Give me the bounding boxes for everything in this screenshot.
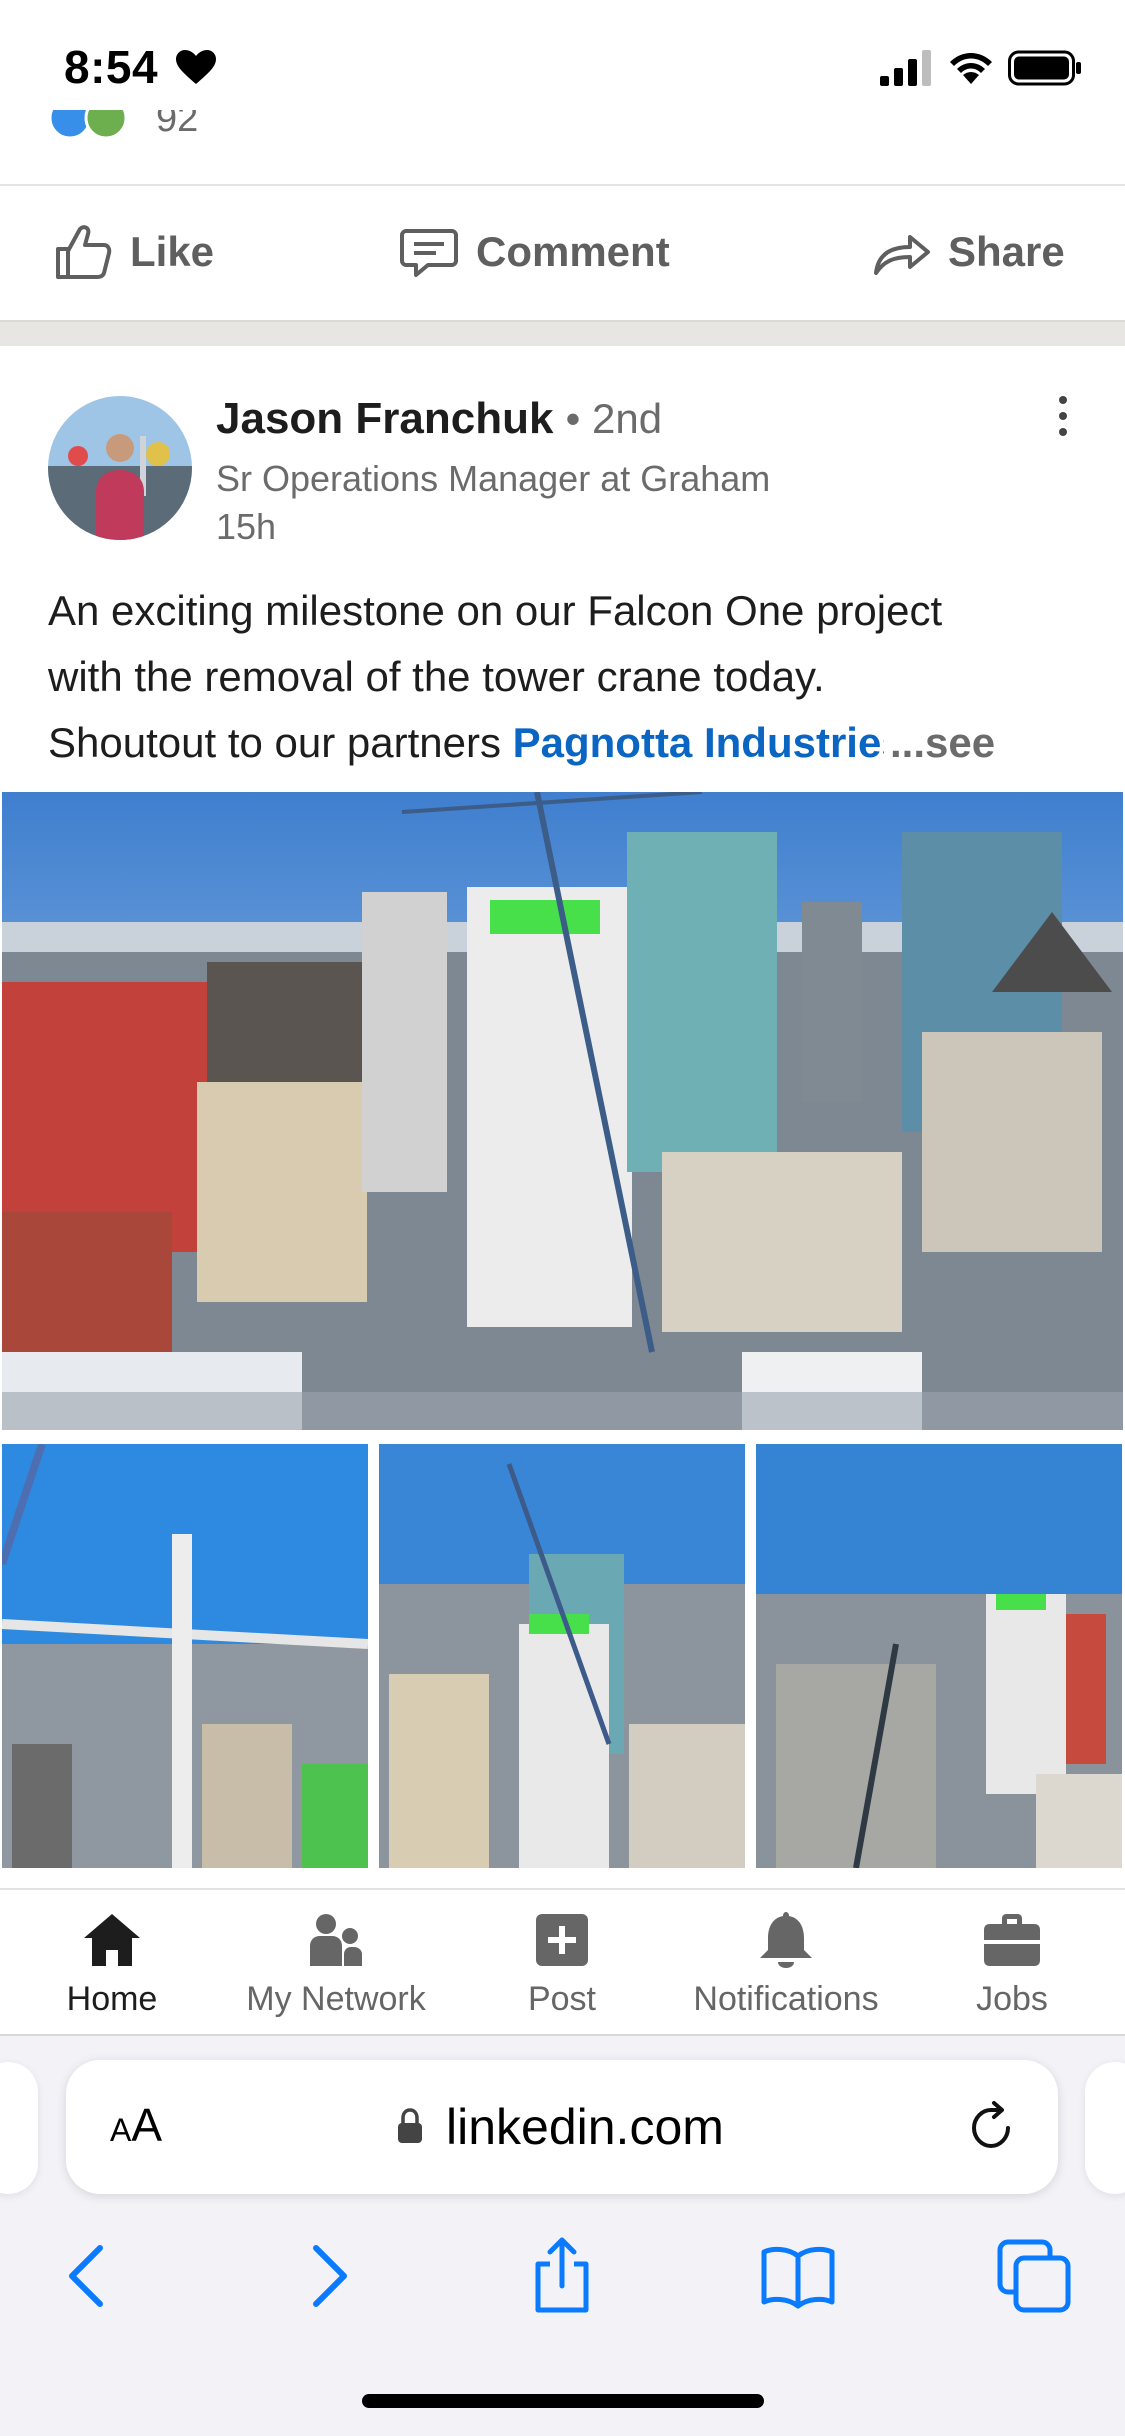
forward-icon[interactable] [288,2236,368,2316]
briefcase-icon [984,1914,1040,1966]
connection-degree: • 2nd [565,395,663,442]
lock-icon [398,2108,422,2143]
browser-chrome: AA linkedin.com [0,2034,1125,2436]
post-photo-4[interactable] [756,1444,1122,1868]
nav-jobs-label: Jobs [976,1980,1048,2018]
heart-icon [176,50,216,84]
feed-post: Jason Franchuk • 2nd Sr Operations Manag… [0,346,1125,1886]
nav-my-network[interactable]: My Network [236,1910,436,2019]
post-text-line-2: with the removal of the tower crane toda… [48,653,825,700]
company-mention-link[interactable]: Pagnotta Industries [513,719,905,766]
nav-network-label: My Network [246,1980,426,2018]
address-bar[interactable]: AA linkedin.com [66,2060,1058,2194]
home-icon [84,1914,140,1966]
url-text: linkedin.com [446,2099,724,2155]
reaction-summary[interactable]: 92 [48,110,1125,154]
nav-home-label: Home [66,1980,158,2018]
tabs-icon[interactable] [994,2236,1074,2316]
nav-post[interactable]: Post [462,1910,662,2019]
feed-separator [0,320,1125,346]
back-icon[interactable] [48,2236,128,2316]
aa-small: A [110,2112,132,2148]
nav-notifications[interactable]: Notifications [686,1910,886,2019]
post-action-bar: Like Comment Share [0,186,1125,320]
bell-icon [760,1912,812,1968]
bottom-navigation: Home My Network Post Notifications Jobs [0,1888,1125,2034]
share-label: Share [948,228,1065,275]
like-label: Like [130,228,215,275]
comment-button[interactable]: Comment [398,216,670,288]
share-sheet-icon[interactable] [522,2236,602,2316]
reader-text-size-button[interactable]: AA [110,2098,162,2152]
battery-icon [1008,50,1081,86]
reaction-icons [48,110,128,140]
author-avatar[interactable] [48,396,192,540]
more-icon[interactable] [1050,388,1076,444]
comment-icon [400,229,458,277]
comment-label: Comment [476,228,670,275]
next-tab-peek[interactable] [1085,2062,1125,2194]
signal-icon [880,50,931,86]
share-button[interactable]: Share [870,216,1065,288]
network-icon [310,1914,362,1966]
author-name-text: Jason Franchuk [216,394,554,443]
post-body: An exciting milestone on our Falcon One … [48,578,1078,842]
post-text-line-1: An exciting milestone on our Falcon One … [48,587,943,634]
post-photo-3[interactable] [379,1444,745,1868]
home-indicator[interactable] [362,2394,764,2408]
nav-post-label: Post [527,1980,597,2018]
status-time: 8:54 [64,41,159,93]
nav-jobs[interactable]: Jobs [912,1910,1112,2019]
like-button[interactable]: Like [52,216,214,288]
like-icon [56,225,112,279]
reaction-count: 92 [156,110,199,140]
bookmarks-icon[interactable] [758,2236,838,2316]
post-plus-icon [536,1914,588,1966]
post-photo-2[interactable] [2,1444,368,1868]
aa-large: A [131,2099,163,2151]
post-timestamp: 15h [216,506,277,547]
author-headline: Sr Operations Manager at Graham [216,458,771,499]
nav-notifications-label: Notifications [693,1980,879,2018]
nav-home[interactable]: Home [12,1910,212,2019]
wifi-icon [950,53,992,84]
post-text-prefix: Shoutout to our partners [48,719,513,766]
author-name[interactable]: Jason Franchuk • 2nd [216,394,662,444]
reload-icon[interactable] [964,2100,1018,2154]
share-icon [874,235,930,275]
post-photo-main[interactable] [2,792,1123,1430]
previous-tab-peek[interactable] [0,2062,38,2194]
